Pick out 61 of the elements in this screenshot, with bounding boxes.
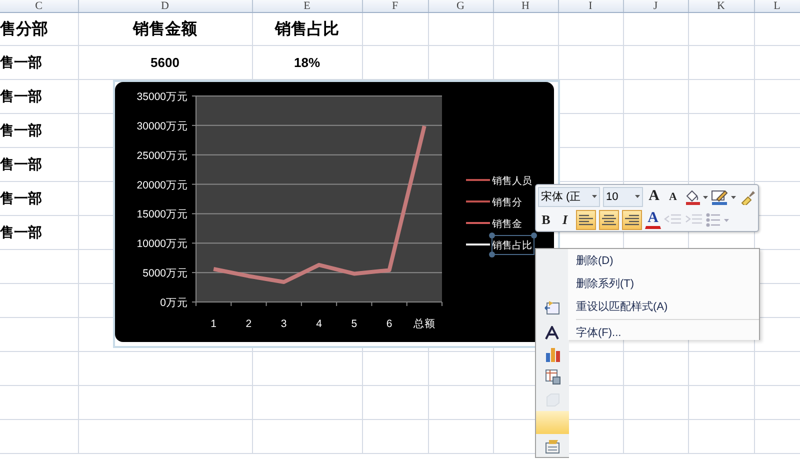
table-cell: 18%	[294, 55, 320, 70]
chart-format-icon[interactable]	[544, 438, 560, 454]
table-cell: 售一部	[0, 122, 42, 138]
axis-label: 总额	[413, 318, 436, 330]
axis-label: 2	[246, 318, 252, 330]
paint-bucket-icon[interactable]	[684, 188, 708, 204]
legend-label[interactable]: 销售金	[492, 219, 522, 230]
pencil-icon[interactable]	[711, 188, 737, 204]
table-cell: 售分部	[0, 20, 48, 38]
column-header[interactable]: G	[428, 0, 493, 12]
column-header[interactable]: C	[0, 0, 78, 12]
font-color-button[interactable]: A	[645, 210, 661, 228]
axis-label: 5	[351, 318, 358, 330]
axis-label: 35000万元	[136, 91, 188, 103]
axis-label: 4	[316, 318, 322, 330]
table-cell: 销售占比	[275, 20, 339, 38]
dropdown-arrow-icon	[635, 195, 640, 198]
bold-button[interactable]: B	[538, 210, 554, 230]
selection-frame[interactable]	[489, 232, 537, 258]
axis-label: 1	[210, 318, 216, 330]
axis-label: 6	[386, 318, 392, 330]
axis-label: 20000万元	[136, 179, 188, 192]
bar-chart-icon[interactable]	[544, 346, 560, 362]
axis-label: 5000万元	[142, 268, 188, 280]
font-icon	[545, 326, 559, 340]
table-cell: 售一部	[0, 224, 42, 240]
column-header[interactable]: E	[252, 0, 362, 12]
table-cell: 售一部	[0, 88, 42, 104]
align-right-button[interactable]	[622, 210, 642, 230]
grow-font-button[interactable]: A	[646, 186, 662, 206]
column-header[interactable]: F	[362, 0, 428, 12]
column-header[interactable]: J	[623, 0, 688, 12]
font-size-field[interactable]: 10	[603, 186, 643, 206]
legend-label[interactable]: 销售人员	[492, 176, 532, 187]
table-cell: 5600	[150, 55, 180, 70]
table-cell: 销售金额	[133, 20, 197, 38]
axis-label: 3	[280, 318, 287, 330]
table-cell: 售一部	[0, 54, 42, 70]
legend-label[interactable]: 销售分	[492, 198, 522, 208]
table-cell: 售一部	[0, 156, 42, 172]
axis-label: 15000万元	[136, 208, 188, 221]
chart-reset-icon	[544, 298, 560, 314]
font-name-field[interactable]: 宋体 (正	[538, 186, 600, 206]
axis-label: 25000万元	[136, 150, 188, 162]
align-left-button[interactable]	[576, 210, 596, 230]
italic-button[interactable]: I	[557, 210, 573, 230]
data-line[interactable]	[213, 126, 426, 284]
column-header[interactable]: L	[754, 0, 800, 12]
column-header[interactable]: D	[78, 0, 252, 12]
brush-icon[interactable]	[740, 188, 756, 204]
axis-label: 30000万元	[136, 120, 188, 132]
column-header[interactable]: K	[688, 0, 754, 12]
column-header[interactable]: H	[493, 0, 558, 12]
axis-label: 10000万元	[136, 238, 188, 250]
align-center-button[interactable]	[599, 210, 619, 230]
table-icon[interactable]	[544, 368, 560, 384]
shrink-font-button[interactable]: A	[665, 186, 681, 206]
table-cell: 售一部	[0, 190, 42, 206]
dropdown-arrow-icon	[592, 195, 597, 198]
column-header[interactable]: I	[558, 0, 623, 12]
axis-label: 0万元	[160, 297, 188, 309]
